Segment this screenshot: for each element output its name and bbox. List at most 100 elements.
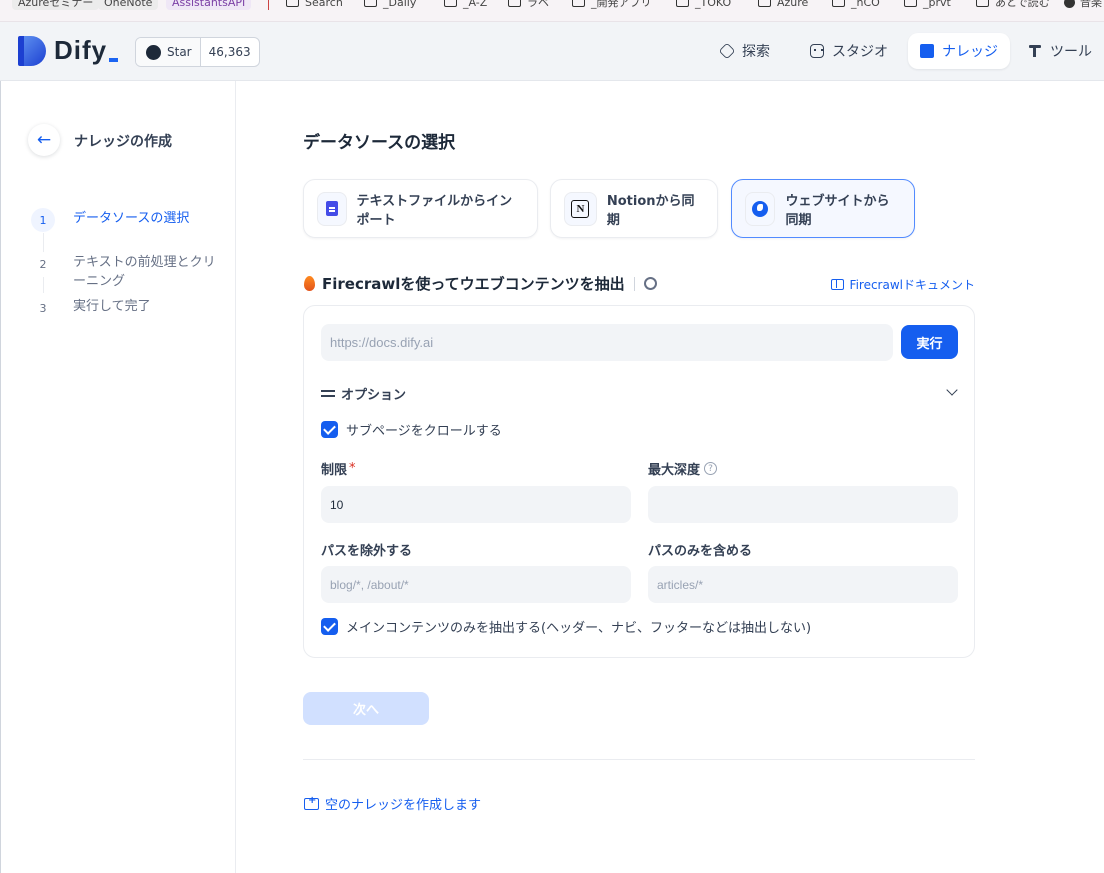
logo-text: Dify: [54, 35, 108, 65]
checkbox-label: サブページをクロールする: [346, 424, 502, 439]
create-empty-knowledge-link[interactable]: 空のナレッジを作成します: [304, 794, 481, 813]
bookmark-item[interactable]: AssistantsAPI: [166, 0, 252, 10]
bookmark-label: _開発アプリ: [591, 0, 652, 9]
bookmark-item[interactable]: OneNote: [98, 0, 159, 10]
bookmark-folder[interactable]: _開発アプリ: [572, 0, 652, 10]
folder-plus-icon: [304, 795, 319, 810]
options-toggle[interactable]: オプション: [321, 383, 959, 403]
checkbox-checked-icon[interactable]: [321, 421, 338, 438]
step-label: テキストの前処理とクリーニング: [73, 255, 216, 289]
steps-sidebar: ← ナレッジの作成 1 データソースの選択 2 テキストの前処理とクリーニング …: [0, 81, 236, 873]
checkbox-checked-icon[interactable]: [321, 618, 338, 635]
step-label: 実行して完了: [73, 299, 151, 314]
nav-label: 探索: [742, 44, 770, 60]
bookmark-label: _A-Z: [463, 0, 488, 9]
source-label: Notionから同期: [606, 193, 695, 228]
tools-icon: [1028, 44, 1042, 58]
source-website-sync[interactable]: ウェブサイトから同期: [731, 179, 915, 238]
folder-icon: [572, 0, 585, 7]
bookmark-label: ラベ: [527, 0, 549, 9]
step-item: 1 データソースの選択: [31, 208, 219, 232]
bookmark-label: _TOKO: [695, 0, 732, 9]
dify-logo-icon: [18, 35, 46, 66]
bookmark-folder[interactable]: _nCO: [832, 0, 880, 10]
sidebar-title: ナレッジの作成: [74, 134, 172, 150]
nav-knowledge[interactable]: ナレッジ: [908, 33, 1010, 69]
bookmark-folder[interactable]: Azure: [758, 0, 808, 10]
exclude-paths-input[interactable]: [321, 566, 631, 603]
nav-label: ツール: [1050, 44, 1092, 60]
bookmark-folder[interactable]: _TOKO: [676, 0, 731, 10]
notion-icon: N: [564, 191, 597, 226]
firecrawl-header: Firecrawlを使ってウエブコンテンツを抽出: [304, 273, 657, 294]
run-button[interactable]: 実行: [901, 325, 958, 359]
arrow-left-icon: ←: [36, 130, 52, 150]
gear-icon[interactable]: [643, 277, 657, 290]
bookmark-label: _nCO: [851, 0, 880, 9]
folder-icon: [758, 0, 771, 7]
step-item: 3 実行して完了: [31, 296, 219, 320]
bookmark-item[interactable]: 音楽: [1064, 0, 1102, 10]
bookmark-folder[interactable]: あとで読む: [976, 0, 1050, 10]
max-depth-label-text: 最大深度: [648, 463, 701, 478]
globe-icon: [1064, 0, 1075, 8]
nav-explore[interactable]: 探索: [708, 33, 782, 69]
bookmark-label: _prvt: [923, 0, 951, 9]
folder-icon: [832, 0, 845, 7]
source-notion-sync[interactable]: N Notionから同期: [550, 179, 718, 238]
explore-icon: [718, 42, 736, 60]
divider: [633, 276, 635, 291]
section-title: データソースの選択: [303, 133, 456, 153]
bookmark-label: Azure: [777, 0, 809, 9]
folder-icon: [976, 0, 989, 7]
github-star-button[interactable]: Star 46,363: [135, 37, 260, 67]
github-star-label: Star: [167, 45, 192, 59]
limit-input[interactable]: [321, 486, 631, 523]
bookmark-folder[interactable]: Search: [286, 0, 343, 10]
dify-logo[interactable]: Dify: [18, 35, 119, 66]
checkbox-label: メインコンテンツのみを抽出する(ヘッダー、ナビ、フッターなどは抽出しない): [346, 621, 812, 636]
empty-knowledge-label: 空のナレッジを作成します: [325, 798, 482, 813]
max-depth-input[interactable]: [648, 486, 958, 523]
logo-underscore: [109, 57, 119, 62]
folder-icon: [444, 0, 457, 7]
next-button[interactable]: 次へ: [303, 692, 429, 725]
bookmark-separator: [268, 0, 269, 10]
bookmark-label: Search: [305, 0, 343, 9]
main-content: データソースの選択 テキストファイルからインポート N Notionから同期 ウ…: [237, 81, 1104, 873]
url-input[interactable]: [321, 324, 893, 361]
bookmark-label: _Daily: [383, 0, 417, 9]
bookmarks-bar: Azureセミナー OneNote AssistantsAPI Search _…: [0, 0, 1104, 22]
include-only-input[interactable]: [648, 566, 958, 603]
max-depth-label: 最大深度?: [648, 459, 718, 478]
app-header: Dify Star 46,363 探索 スタジオ ナレッジ ツール: [0, 22, 1104, 81]
bookmark-label: OneNote: [104, 0, 153, 9]
github-icon: [146, 44, 161, 60]
bookmark-folder[interactable]: _prvt: [904, 0, 951, 10]
nav-studio[interactable]: スタジオ: [798, 33, 900, 69]
folder-icon: [676, 0, 689, 7]
options-label: オプション: [341, 387, 407, 403]
back-button[interactable]: ←: [28, 124, 60, 156]
step-number: 1: [31, 208, 55, 232]
source-file-import[interactable]: テキストファイルからインポート: [303, 179, 538, 238]
bookmark-item[interactable]: Azureセミナー: [12, 0, 100, 10]
bookmark-label: あとで読む: [995, 0, 1050, 9]
bookmark-folder[interactable]: _Daily: [364, 0, 416, 10]
bookmark-folder[interactable]: ラベ: [508, 0, 549, 10]
folder-icon: [508, 0, 521, 7]
limit-label: 制限 *: [321, 459, 356, 478]
nav-label: ナレッジ: [942, 44, 998, 60]
nav-tools[interactable]: ツール: [1016, 33, 1104, 69]
bookmark-label: 音楽: [1080, 0, 1102, 9]
bookmark-folder[interactable]: _A-Z: [444, 0, 487, 10]
help-icon[interactable]: ?: [704, 462, 718, 475]
main-content-only-checkbox[interactable]: メインコンテンツのみを抽出する(ヘッダー、ナビ、フッターなどは抽出しない): [321, 617, 811, 636]
limit-label-text: 制限: [321, 463, 348, 478]
firecrawl-doc-link[interactable]: Firecrawlドキュメント: [830, 276, 975, 293]
file-icon: [317, 191, 347, 226]
crawl-subpages-checkbox[interactable]: サブページをクロールする: [321, 420, 502, 439]
github-star-left: Star: [136, 38, 201, 66]
bookmark-label: Azureセミナー: [18, 0, 94, 9]
nav-label: スタジオ: [832, 44, 888, 60]
